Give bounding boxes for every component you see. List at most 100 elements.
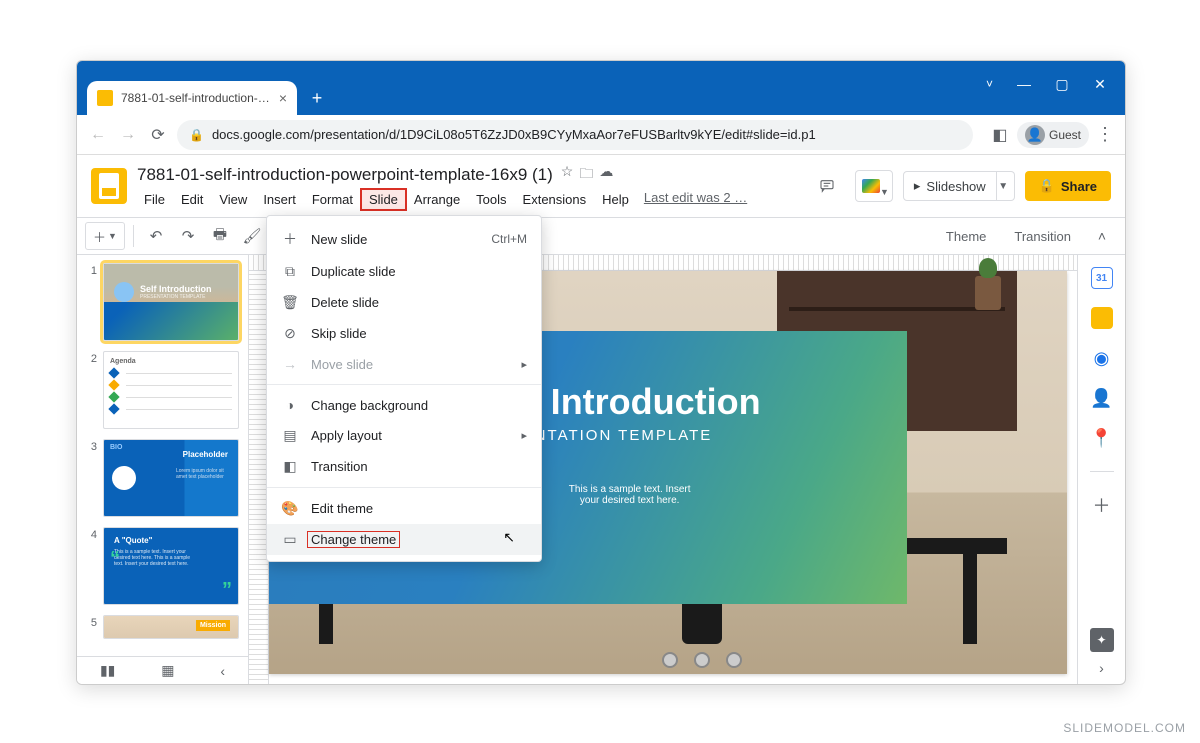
paint-format-button[interactable]: 🖌 [238,222,266,250]
slide-thumbnail-4[interactable]: A "Quote" This is a sample text. Insert … [103,527,239,605]
close-tab-icon[interactable]: × [279,90,287,106]
side-panel: 31 ◉ 👤 📍 ＋ ✦ › [1077,255,1125,684]
undo-button[interactable]: ↶ [142,222,170,250]
thumb-number: 5 [85,615,97,639]
menu-insert[interactable]: Insert [256,190,303,209]
thumb2-title: Agenda [110,358,232,365]
chevron-down-icon: ▼ [880,187,889,197]
browser-tab[interactable]: 7881-01-self-introduction-power × [87,81,297,115]
toolbar: ＋ ▼ ↶ ↷ 🖶 🖌 🔍 ▼ ↖ 🅃 Theme Transition ˄ [77,217,1125,255]
menu-format[interactable]: Format [305,190,360,209]
redo-button[interactable]: ↷ [174,222,202,250]
menu-item-transition[interactable]: ◧ Transition [267,451,541,482]
maps-icon[interactable]: 📍 [1091,427,1113,449]
theme-tab[interactable]: Theme [934,225,998,248]
slide-thumbnail-3[interactable]: Placeholder Lorem ipsum dolor sit amet t… [103,439,239,517]
menu-item-skip-slide[interactable]: ⊘ Skip slide [267,318,541,349]
star-icon[interactable]: ☆ [561,163,574,187]
menu-edit[interactable]: Edit [174,190,210,209]
collapse-filmstrip-icon[interactable]: ‹ [220,663,225,679]
keep-icon[interactable] [1091,307,1113,329]
menu-arrange[interactable]: Arrange [407,190,467,209]
menu-item-change-background[interactable]: ◑ Change background [267,390,541,420]
slide-thumbnail-5[interactable]: Mission [103,615,239,639]
theme-icon: ▭ [281,531,299,548]
close-window-button[interactable]: ✕ [1083,69,1117,99]
print-button[interactable]: 🖶 [206,222,234,250]
cloud-status-icon[interactable]: ☁ [599,163,613,187]
menu-item-move-slide: → Move slide ▸ [267,349,541,379]
menu-item-apply-layout[interactable]: ▤ Apply layout ▸ [267,420,541,451]
move-to-folder-icon[interactable]: 🗀 [579,163,593,187]
play-icon: ▸ [914,178,921,194]
menu-slide[interactable]: Slide [362,190,405,209]
maximize-button[interactable]: ▢ [1045,69,1079,99]
browser-titlebar: 7881-01-self-introduction-power × + ˅ — … [77,61,1125,115]
menu-item-new-slide[interactable]: ＋ New slide Ctrl+M [267,222,541,256]
grid-view-icon[interactable]: ▦ [161,662,174,679]
shortcut-label: Ctrl+M [491,232,527,246]
menu-file[interactable]: File [137,190,172,209]
last-edit-link[interactable]: Last edit was 2 … [644,190,747,209]
slide-thumbnail-2[interactable]: Agenda [103,351,239,429]
tab-overflow-icon[interactable]: ˅ [986,77,993,91]
back-button[interactable]: ← [87,124,109,146]
menu-item-delete-slide[interactable]: 🗑 Delete slide [267,287,541,318]
menu-tools[interactable]: Tools [469,190,513,209]
explore-button[interactable]: ✦ [1090,628,1114,652]
hide-sidepanel-icon[interactable]: › [1099,660,1104,676]
slide-thumbnail-1[interactable]: Self Introduction PRESENTATION TEMPLATE [103,263,239,341]
thumb4-title: A "Quote" [114,536,228,545]
new-tab-button[interactable]: + [303,84,331,112]
slideshow-menu-button[interactable]: ▼ [993,171,1015,201]
app-header: 7881-01-self-introduction-powerpoint-tem… [77,155,1125,217]
thumb5-title: Mission [196,620,230,631]
skip-icon: ⊘ [281,325,299,342]
document-title[interactable]: 7881-01-self-introduction-powerpoint-tem… [137,165,553,185]
minimize-button[interactable]: — [1007,69,1041,99]
slides-logo[interactable] [91,168,127,204]
menu-separator [267,384,541,385]
thumb1-title: Self Introduction [140,284,212,294]
browser-menu-button[interactable]: ⋮ [1095,124,1115,145]
avatar-icon [112,466,136,490]
thumb-number: 4 [85,527,97,605]
collapse-toolbar-button[interactable]: ˄ [1087,228,1117,244]
addons-button[interactable]: ＋ [1091,494,1113,516]
transition-tab[interactable]: Transition [1002,225,1083,248]
browser-window: 7881-01-self-introduction-power × + ˅ — … [76,60,1126,685]
filmstrip-footer: ▮▮ ▦ ‹ [77,656,249,684]
side-panel-toggle-icon[interactable]: ◧ [989,124,1011,146]
tasks-icon[interactable]: ◉ [1091,347,1113,369]
calendar-icon[interactable]: 31 [1091,267,1113,289]
reload-button[interactable]: ⟳ [147,124,169,146]
menu-extensions[interactable]: Extensions [516,190,594,209]
transition-icon: ◧ [281,458,299,475]
filmstrip: 1 Self Introduction PRESENTATION TEMPLAT… [77,255,249,684]
new-slide-button[interactable]: ＋ ▼ [85,222,125,250]
menu-separator [267,487,541,488]
meet-icon [862,179,880,193]
menu-item-duplicate-slide[interactable]: ⧉ Duplicate slide [267,256,541,287]
comments-button[interactable] [809,168,845,204]
slideshow-button[interactable]: ▸ Slideshow [903,171,997,201]
contacts-icon[interactable]: 👤 [1091,387,1113,409]
profile-chip[interactable]: 👤 Guest [1017,122,1089,148]
thumb-number: 3 [85,439,97,517]
window-controls: ˅ — ▢ ✕ [986,69,1117,99]
profile-label: Guest [1049,128,1081,142]
layout-icon: ▤ [281,427,299,444]
watermark: SLIDEMODEL.COM [1063,721,1186,735]
address-bar[interactable]: 🔒 docs.google.com/presentation/d/1D9CiL0… [177,120,973,150]
filmstrip-view-icon[interactable]: ▮▮ [100,662,115,679]
meet-button[interactable]: ▼ [855,170,893,202]
menu-item-edit-theme[interactable]: 🎨 Edit theme [267,493,541,524]
share-button[interactable]: 🔒 Share [1025,171,1111,201]
menu-help[interactable]: Help [595,190,636,209]
forward-button[interactable]: → [117,124,139,146]
menu-item-change-theme[interactable]: ▭ Change theme ↖ [267,524,541,555]
slides-favicon [97,90,113,106]
menu-view[interactable]: View [212,190,254,209]
lock-icon: 🔒 [189,128,204,142]
slides-app: 7881-01-self-introduction-powerpoint-tem… [77,155,1125,684]
